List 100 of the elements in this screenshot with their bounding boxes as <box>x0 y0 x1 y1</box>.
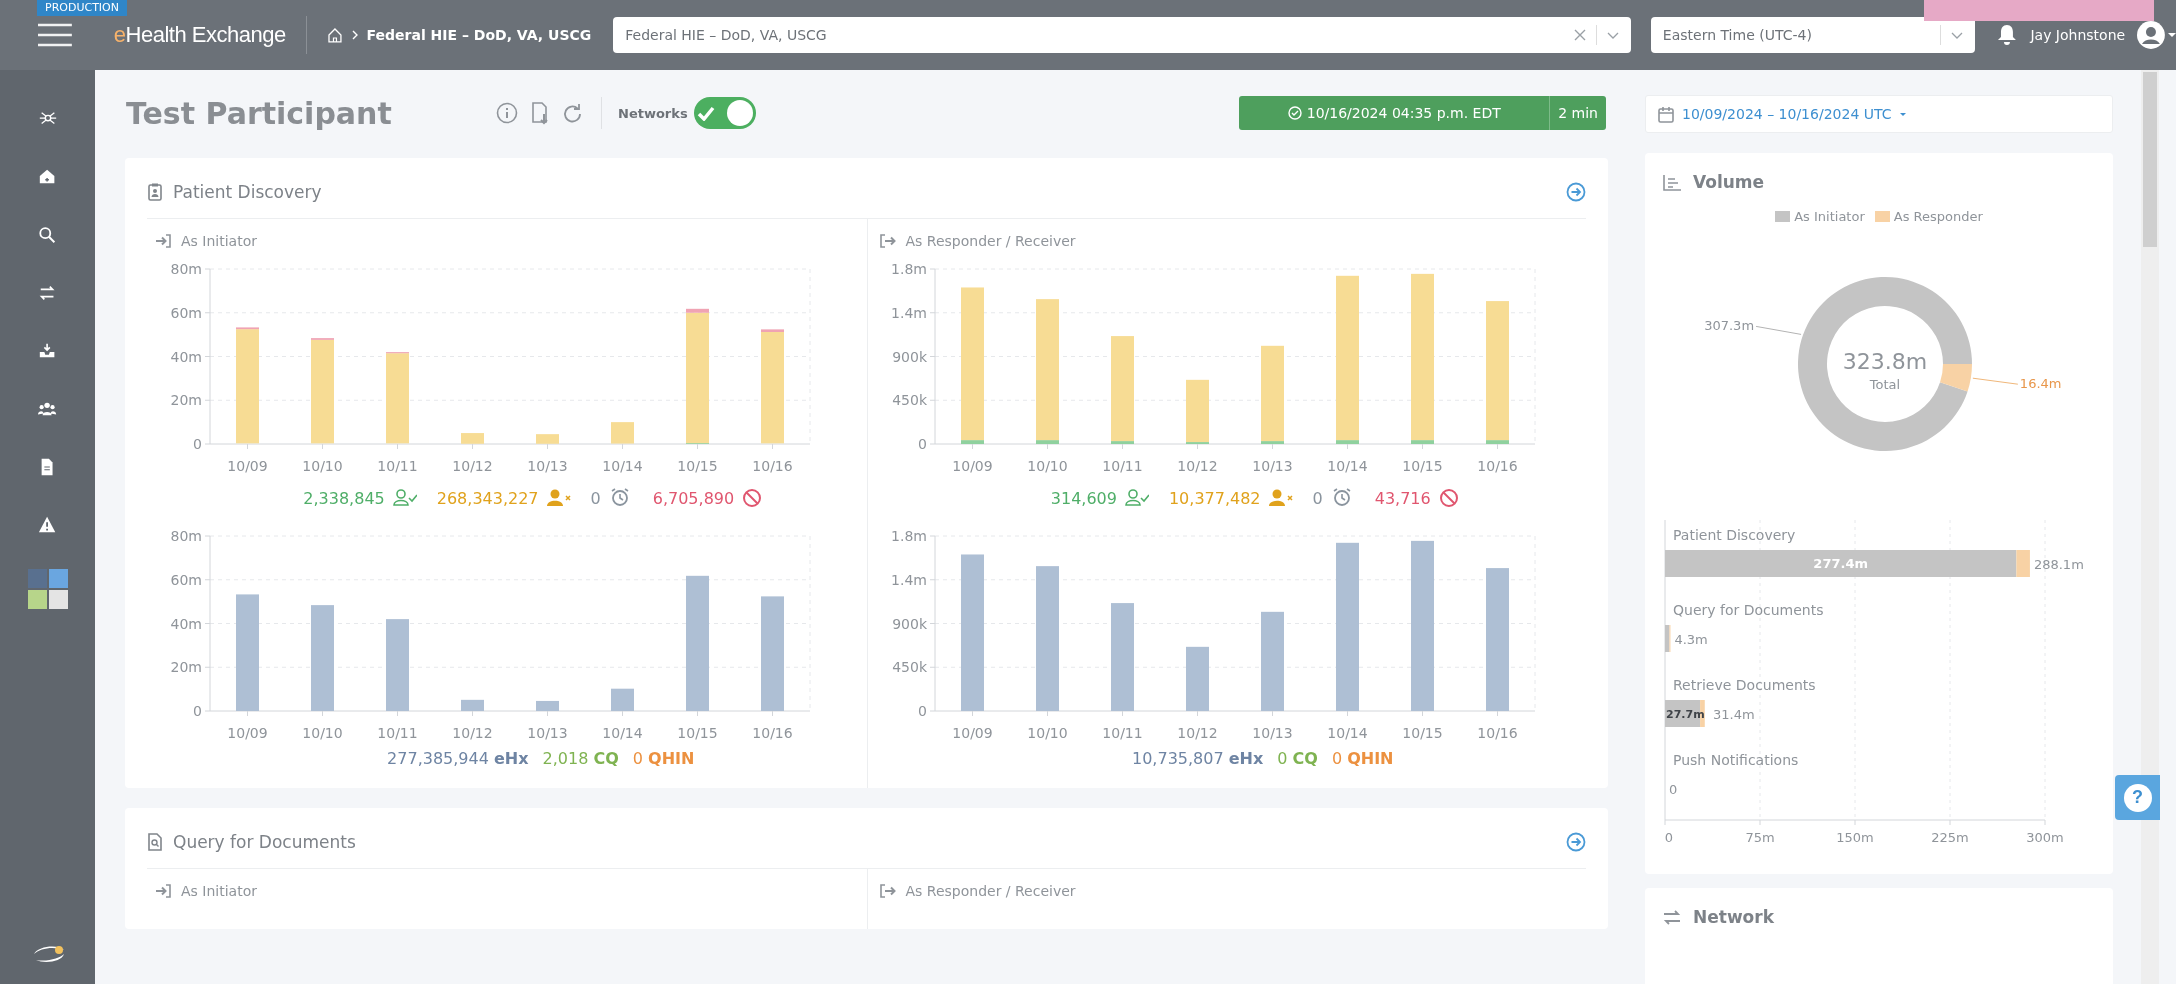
axis-label: 10/09 <box>951 725 993 741</box>
sign-out-icon <box>879 233 896 249</box>
chart-bar <box>536 434 559 444</box>
bar-total: 288.1m <box>2033 557 2084 572</box>
user-name[interactable]: Jay Johnstone <box>2030 27 2126 43</box>
refresh-icon[interactable] <box>562 102 583 124</box>
axis-label: 80m <box>170 261 202 277</box>
check-circle-icon <box>1287 106 1302 120</box>
section-title: Patient Discovery <box>173 182 323 202</box>
sign-in-icon <box>155 883 171 899</box>
file-download-icon[interactable] <box>530 101 550 125</box>
toggle-label: Networks <box>618 105 688 121</box>
axis-label: 10/15 <box>1401 458 1443 474</box>
axis-label: 40m <box>170 348 202 365</box>
tiles-icon[interactable] <box>27 569 68 609</box>
axis-label: 10/13 <box>1251 458 1293 474</box>
axis-label: 1.4m <box>890 571 927 588</box>
axis-label: 0 <box>1664 830 1674 845</box>
category-label: Retrieve Documents <box>1673 677 1816 693</box>
info-icon[interactable] <box>496 102 518 124</box>
axis-label: 0 <box>193 703 202 719</box>
leader-line <box>1972 377 2019 385</box>
panel-title: As Responder / Receiver <box>905 233 1076 249</box>
section-title: Query for Documents <box>173 832 357 852</box>
last-updated-time: 10/16/2024 04:35 p.m. EDT <box>1306 105 1501 121</box>
axis-label: 225m <box>1931 830 1969 845</box>
total-value: 323.8m <box>1842 349 1928 374</box>
leader-line <box>1755 325 1802 335</box>
user-x-icon <box>546 488 571 508</box>
networks-toggle[interactable] <box>693 97 756 129</box>
document-search-icon <box>147 833 163 851</box>
axis-label: 10/11 <box>1101 725 1143 741</box>
chart-bar <box>1185 646 1209 711</box>
axis-label: 10/14 <box>602 458 643 474</box>
axis-label: 900k <box>891 615 927 632</box>
axis-label: 40m <box>170 615 202 632</box>
timezone-select[interactable]: Eastern Time (UTC-4) <box>1650 17 1975 53</box>
card-title: Volume <box>1693 172 1765 192</box>
axis-label: 10/16 <box>1476 725 1518 741</box>
participant-select[interactable]: Federal HIE – DoD, VA, USCG <box>613 17 1631 53</box>
axis-label: 10/13 <box>1251 725 1293 741</box>
home-icon[interactable] <box>326 27 343 43</box>
axis-label: 900k <box>891 348 927 365</box>
category-label: Push Notifications <box>1673 752 1799 768</box>
breadcrumb-item[interactable]: Federal HIE – DoD, VA, USCG <box>366 27 592 43</box>
count-value: 0 <box>1312 488 1323 508</box>
arrow-circle-icon[interactable] <box>1566 182 1586 202</box>
category-label: Query for Documents <box>1673 602 1824 618</box>
search-icon[interactable] <box>37 225 58 245</box>
chart-bar <box>461 699 484 711</box>
axis-label: 150m <box>1836 830 1874 845</box>
bar-chart-icon <box>1663 173 1681 191</box>
axis-label: 10/12 <box>452 725 493 741</box>
axis-label: 300m <box>2026 830 2064 845</box>
axis-label: 10/12 <box>1176 458 1218 474</box>
slice-label: 307.3m <box>1704 318 1755 334</box>
chart-bar <box>536 700 559 711</box>
axis-label: 10/10 <box>1026 725 1068 741</box>
network-count: 10,735,807 eHx <box>1132 749 1264 768</box>
axis-label: 10/10 <box>302 458 343 474</box>
axis-label: 450k <box>891 659 927 676</box>
count-value: 10,377,482 <box>1168 488 1261 508</box>
axis-label: 10/11 <box>1101 458 1143 474</box>
axis-label: 10/12 <box>452 458 493 474</box>
axis-label: 10/11 <box>377 725 418 741</box>
chart-bar <box>611 422 634 444</box>
axis-label: 10/15 <box>677 458 718 474</box>
axis-label: 10/16 <box>752 458 793 474</box>
axis-label: 10/11 <box>377 458 418 474</box>
help-button[interactable]: ? <box>2115 775 2160 820</box>
count-value: 0 <box>590 488 601 508</box>
axis-label: 10/16 <box>1476 458 1518 474</box>
chevron-down-icon <box>1606 31 1619 39</box>
scrollbar[interactable] <box>2141 70 2159 984</box>
chart-bar <box>461 433 484 444</box>
axis-label: 450k <box>891 392 927 409</box>
legend-label: As Initiator <box>1794 209 1865 224</box>
legend-label: As Responder <box>1893 209 1983 224</box>
card-title: Network <box>1693 907 1774 927</box>
bell-icon[interactable] <box>1996 24 2017 46</box>
user-x-icon <box>1268 488 1293 508</box>
axis-label: 20m <box>170 659 202 676</box>
warning-icon[interactable] <box>37 515 58 535</box>
bar-value: 277.4m <box>1813 556 1868 571</box>
axis-label: 10/15 <box>677 725 718 741</box>
caret-icon <box>1899 112 1906 116</box>
clipboard-person-icon <box>147 183 163 201</box>
exchange-arrows-icon <box>1663 908 1681 926</box>
avatar-icon[interactable] <box>2137 21 2165 49</box>
menu-icon[interactable] <box>38 23 72 47</box>
arrow-circle-icon[interactable] <box>1566 832 1586 852</box>
user-check-icon <box>392 488 417 508</box>
sign-in-icon <box>155 233 171 249</box>
check-icon <box>696 105 715 121</box>
network-count: 2,018 CQ <box>542 749 619 768</box>
bar-total: 31.4m <box>1713 707 1755 722</box>
refresh-interval: 2 min <box>1557 105 1599 121</box>
slice-label: 16.4m <box>2019 376 2062 392</box>
logo[interactable]: eHealth Exchange <box>113 22 286 48</box>
axis-label: 10/10 <box>302 725 343 741</box>
